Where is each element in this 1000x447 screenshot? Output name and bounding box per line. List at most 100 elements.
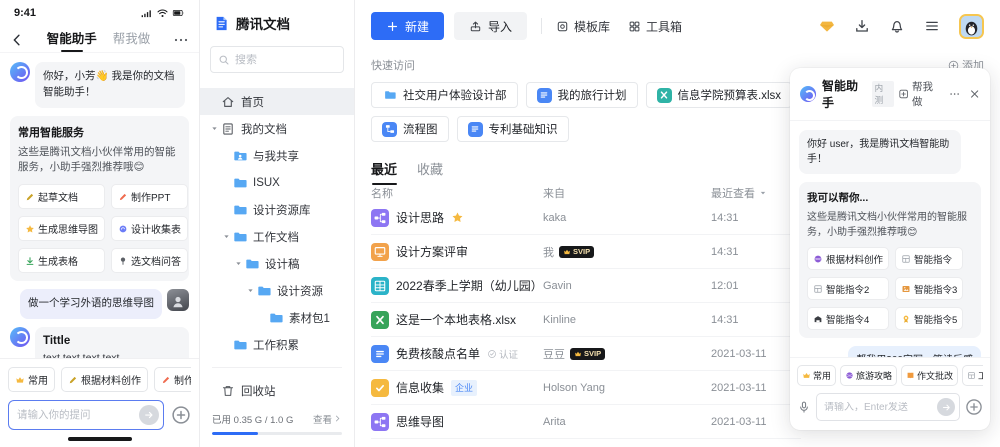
service-chip[interactable]: 工作周报	[962, 365, 983, 386]
attach-button[interactable]	[171, 405, 191, 425]
expand-arrow-icon[interactable]	[246, 286, 255, 295]
storage-view-link[interactable]: 查看	[313, 412, 342, 426]
tab-recent[interactable]: 最近	[371, 159, 397, 185]
chip-label: 根据材料创作	[81, 372, 141, 387]
quick-access-item[interactable]: 我的旅行计划	[526, 82, 638, 108]
service-chip[interactable]: 智能指令2	[807, 277, 889, 300]
tab-favorites[interactable]: 收藏	[417, 159, 443, 185]
service-chip[interactable]: 旅游攻略	[840, 365, 897, 386]
quick-access-item[interactable]: 专利基础知识	[457, 116, 569, 142]
chip-label: 起草文档	[38, 189, 78, 204]
sidebar-item[interactable]: 我的文档	[200, 115, 354, 142]
close-icon[interactable]	[969, 88, 980, 100]
service-chip[interactable]: 根据材料创作	[807, 247, 889, 270]
sidebar-item[interactable]: ISUX	[200, 169, 354, 196]
service-chip[interactable]: 选文档问答	[111, 248, 188, 273]
last-viewed-time: 12:01	[711, 280, 801, 292]
send-button[interactable]	[937, 398, 955, 416]
back-icon[interactable]	[10, 33, 24, 47]
service-chip[interactable]: 智能指令3	[895, 277, 963, 300]
menu-icon[interactable]	[924, 18, 940, 34]
search-input[interactable]	[235, 54, 336, 66]
help-me-do-button[interactable]: 帮我做	[898, 79, 942, 109]
assistant-services-card: 我可以帮你... 这些是腾讯文档小伙伴常用的智能服务，小助手强烈推荐哦😊 根据材…	[799, 182, 981, 338]
send-button[interactable]	[139, 405, 159, 425]
more-icon[interactable]	[949, 88, 960, 100]
expand-arrow-icon[interactable]	[210, 124, 219, 133]
sidebar-item[interactable]: 首页	[200, 88, 354, 115]
service-chip[interactable]: 作文批改	[901, 365, 958, 386]
service-chip[interactable]: 智能指令5	[895, 307, 963, 330]
service-chip[interactable]: 常用	[797, 365, 836, 386]
message-input-box[interactable]	[8, 400, 164, 430]
document-row[interactable]: 思维导图 Arita 2021-03-11	[371, 405, 801, 439]
service-chip[interactable]: 制作PPT	[154, 367, 191, 392]
chip-label: 根据材料创作	[826, 252, 883, 266]
chip-label: 常用	[28, 372, 48, 387]
download-icon[interactable]	[854, 18, 870, 34]
storage-usage: 已用 0.35 G / 1.0 G 查看	[200, 412, 354, 447]
new-button[interactable]: 新建	[371, 12, 444, 40]
star-icon[interactable]	[451, 211, 464, 224]
file-type-icon	[371, 277, 389, 295]
sidebar-item[interactable]: 工作积累	[200, 331, 354, 358]
chip-icon	[118, 224, 128, 234]
sidebar-item-trash[interactable]: 回收站	[200, 377, 354, 404]
assistant-title: 智能助手	[822, 77, 868, 111]
more-icon[interactable]	[173, 32, 189, 48]
template-library-button[interactable]: 模板库	[556, 18, 610, 35]
mic-icon[interactable]	[797, 400, 811, 414]
quick-access-item[interactable]: 流程图	[371, 116, 449, 142]
sidebar-item-icon	[233, 149, 247, 163]
notifications-icon[interactable]	[889, 18, 905, 34]
sort-icon[interactable]	[758, 188, 768, 198]
service-chip[interactable]: 生成思维导图	[18, 216, 105, 241]
service-chip[interactable]: 设计收集表	[111, 216, 188, 241]
document-row[interactable]: 流程图 卡夫卡 2021-03-11	[371, 439, 801, 447]
service-chip[interactable]: 根据材料创作	[61, 367, 148, 392]
sidebar-item[interactable]: 设计稿	[200, 250, 354, 277]
chip-icon	[906, 371, 915, 380]
column-last-viewed[interactable]: 最近查看	[711, 185, 801, 201]
document-row[interactable]: 2022春季上学期（幼儿园） Gavin 12:01	[371, 269, 801, 303]
search-box[interactable]	[210, 46, 344, 73]
tab-help-me-do[interactable]: 帮我做	[113, 28, 151, 52]
service-chip[interactable]: 智能指令	[895, 247, 963, 270]
sidebar-item[interactable]: 素材包1	[200, 304, 354, 331]
last-viewed-time: 14:31	[711, 314, 801, 326]
assistant-input-box[interactable]	[816, 393, 960, 421]
new-button-label: 新建	[405, 18, 429, 35]
main-toolbar: 新建 导入 模板库 工具箱	[371, 12, 984, 40]
file-type-icon	[468, 122, 483, 137]
service-chip[interactable]: 生成表格	[18, 248, 105, 273]
service-chip[interactable]: 起草文档	[18, 184, 105, 209]
user-message: 帮我用300字写一篇读后感	[848, 346, 981, 357]
service-chip[interactable]: 制作PPT	[111, 184, 188, 209]
import-button[interactable]: 导入	[454, 12, 527, 40]
document-row[interactable]: 设计方案评审 我 SVIP 14:31	[371, 235, 801, 269]
document-row[interactable]: 信息收集 企业 Holson Yang 2021-03-11	[371, 371, 801, 405]
file-type-icon	[371, 379, 389, 397]
service-chip[interactable]: 常用	[8, 367, 55, 392]
document-row[interactable]: 免费核酸点名单 认证 豆豆 SVIP 2021-03-11	[371, 337, 801, 371]
sidebar-item[interactable]: 设计资源库	[200, 196, 354, 223]
attach-button[interactable]	[965, 398, 983, 416]
sidebar-item[interactable]: 工作文档	[200, 223, 354, 250]
document-row[interactable]: 这是一个本地表格.xlsx Kinline 14:31	[371, 303, 801, 337]
quick-access-item[interactable]: 社交用户体验设计部	[371, 82, 518, 108]
chip-icon	[161, 375, 171, 385]
sidebar-item[interactable]: 与我共享	[200, 142, 354, 169]
vip-icon[interactable]	[819, 18, 835, 34]
document-owner: Kinline	[543, 314, 576, 326]
service-chip[interactable]: 智能指令4	[807, 307, 889, 330]
account-avatar[interactable]	[959, 14, 984, 39]
expand-arrow-icon[interactable]	[234, 259, 243, 268]
sidebar-item[interactable]: 设计资源	[200, 277, 354, 304]
template-library-icon	[556, 20, 569, 33]
chip-label: 制作PPT	[131, 189, 170, 204]
document-row[interactable]: 设计思路 kaka 14:31	[371, 201, 801, 235]
tab-smart-assistant[interactable]: 智能助手	[47, 28, 97, 52]
toolbox-button[interactable]: 工具箱	[628, 18, 682, 35]
expand-arrow-icon[interactable]	[222, 232, 231, 241]
quick-access-item[interactable]: 信息学院预算表.xlsx	[646, 82, 793, 108]
